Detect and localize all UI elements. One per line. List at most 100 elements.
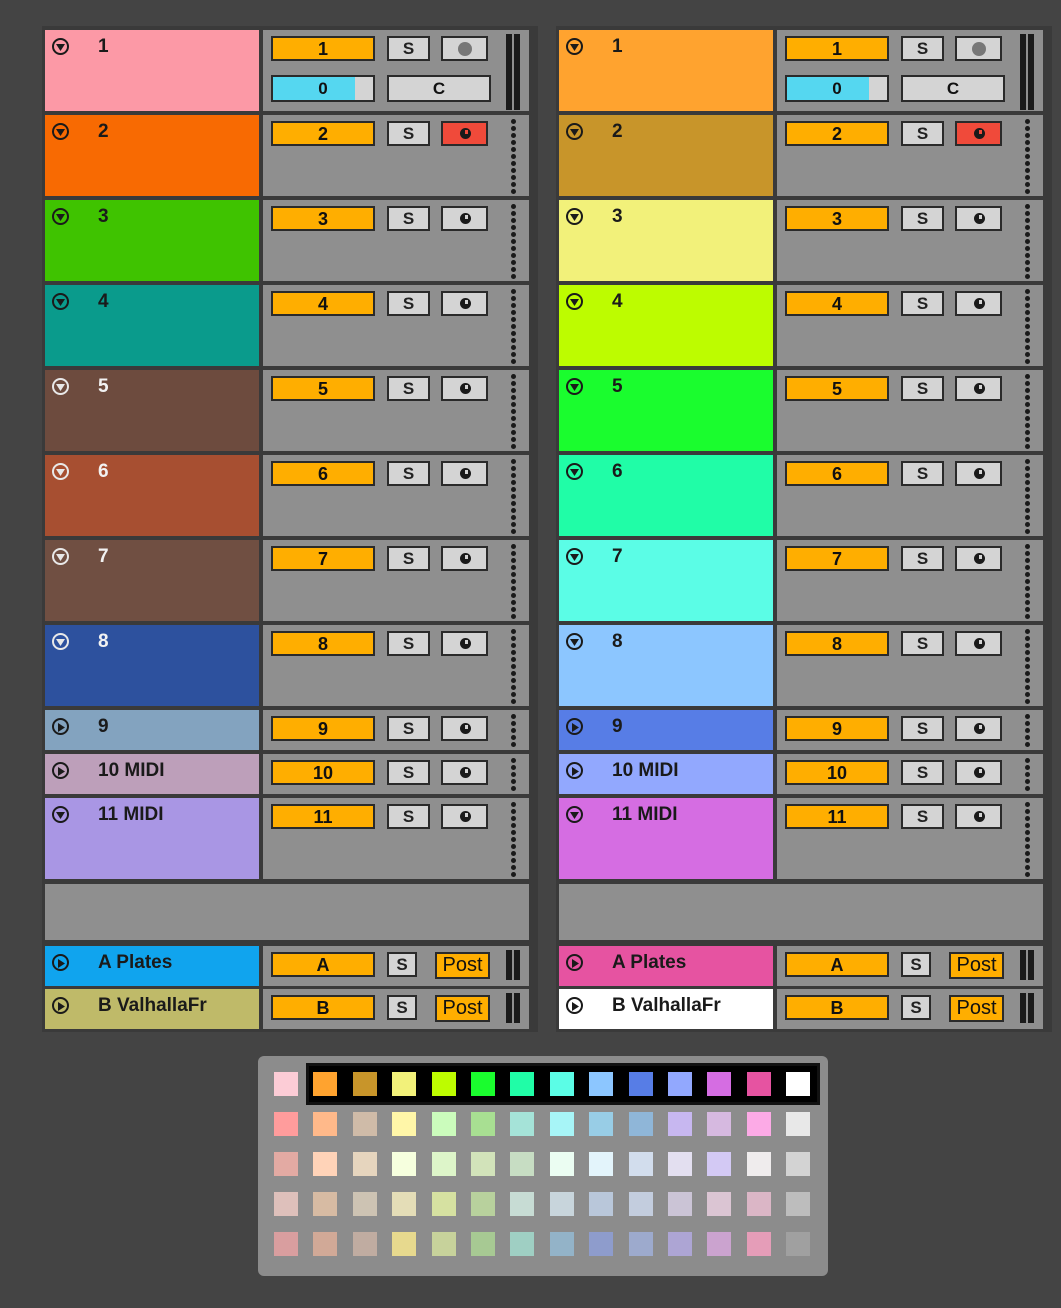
- fold-down-icon[interactable]: [52, 463, 69, 480]
- color-swatch[interactable]: [628, 1192, 653, 1216]
- color-swatch[interactable]: [431, 1072, 456, 1096]
- color-swatch[interactable]: [471, 1192, 495, 1216]
- fold-down-icon[interactable]: [52, 806, 69, 823]
- track-activator-button[interactable]: 10: [271, 760, 375, 785]
- fold-down-icon[interactable]: [52, 123, 69, 140]
- track-activator-button[interactable]: 11: [271, 804, 375, 829]
- fold-down-icon[interactable]: [566, 806, 583, 823]
- fold-down-icon[interactable]: [52, 208, 69, 225]
- fold-down-icon[interactable]: [566, 123, 583, 140]
- solo-button[interactable]: S: [901, 546, 944, 571]
- fold-down-icon[interactable]: [566, 548, 583, 565]
- track-header[interactable]: 3: [559, 200, 773, 281]
- empty-drop-area[interactable]: [45, 884, 529, 940]
- color-swatch[interactable]: [392, 1192, 417, 1216]
- color-swatch[interactable]: [549, 1112, 574, 1136]
- color-swatch[interactable]: [786, 1112, 811, 1136]
- color-swatch[interactable]: [352, 1112, 377, 1136]
- fold-right-icon[interactable]: [566, 954, 583, 971]
- track-activator-button[interactable]: 9: [785, 716, 889, 741]
- solo-button[interactable]: S: [387, 206, 430, 231]
- fold-down-icon[interactable]: [52, 38, 69, 55]
- track-header[interactable]: 5: [559, 370, 773, 451]
- track-header[interactable]: 4: [45, 285, 259, 366]
- color-swatch[interactable]: [313, 1232, 338, 1256]
- color-swatch[interactable]: [431, 1112, 456, 1136]
- color-swatch[interactable]: [786, 1072, 811, 1096]
- fold-right-icon[interactable]: [52, 954, 69, 971]
- solo-button[interactable]: S: [387, 291, 430, 316]
- track-activator-button[interactable]: 4: [785, 291, 889, 316]
- color-swatch[interactable]: [510, 1232, 535, 1256]
- track-header[interactable]: 8: [45, 625, 259, 706]
- fold-down-icon[interactable]: [566, 633, 583, 650]
- color-swatch[interactable]: [392, 1152, 417, 1176]
- color-swatch[interactable]: [589, 1192, 614, 1216]
- track-header[interactable]: 1: [45, 30, 259, 111]
- color-swatch[interactable]: [628, 1072, 653, 1096]
- clock-button[interactable]: [441, 760, 488, 785]
- solo-button[interactable]: S: [901, 804, 944, 829]
- color-swatch[interactable]: [746, 1152, 771, 1176]
- track-activator-button[interactable]: 4: [271, 291, 375, 316]
- arm-button[interactable]: [955, 36, 1002, 61]
- solo-button[interactable]: S: [901, 631, 944, 656]
- send-slider[interactable]: 0: [785, 75, 889, 102]
- solo-button[interactable]: S: [901, 291, 944, 316]
- color-swatch[interactable]: [392, 1112, 417, 1136]
- track-header[interactable]: 11 MIDI: [45, 798, 259, 879]
- solo-button[interactable]: S: [387, 952, 417, 977]
- track-header[interactable]: 4: [559, 285, 773, 366]
- track-header[interactable]: 1: [559, 30, 773, 111]
- color-swatch[interactable]: [746, 1112, 771, 1136]
- color-swatch[interactable]: [589, 1072, 614, 1096]
- color-swatch[interactable]: [628, 1112, 653, 1136]
- track-header[interactable]: 9: [559, 710, 773, 750]
- color-swatch[interactable]: [668, 1112, 692, 1136]
- post-send-button[interactable]: Post: [435, 952, 490, 979]
- clock-button[interactable]: [955, 631, 1002, 656]
- solo-button[interactable]: S: [901, 461, 944, 486]
- color-swatch[interactable]: [431, 1192, 456, 1216]
- track-header[interactable]: 10 MIDI: [45, 754, 259, 794]
- color-swatch[interactable]: [746, 1072, 771, 1096]
- clock-button[interactable]: [441, 121, 488, 146]
- clock-button[interactable]: [441, 716, 488, 741]
- track-header[interactable]: 6: [559, 455, 773, 536]
- track-header[interactable]: 8: [559, 625, 773, 706]
- track-header[interactable]: 9: [45, 710, 259, 750]
- color-swatch[interactable]: [510, 1152, 535, 1176]
- color-swatch[interactable]: [628, 1152, 653, 1176]
- track-activator-button[interactable]: 2: [785, 121, 889, 146]
- color-swatch[interactable]: [786, 1152, 811, 1176]
- color-swatch[interactable]: [668, 1232, 692, 1256]
- solo-button[interactable]: S: [387, 804, 430, 829]
- return-track-header[interactable]: A Plates: [45, 946, 259, 986]
- color-swatch[interactable]: [707, 1112, 732, 1136]
- color-swatch[interactable]: [352, 1152, 377, 1176]
- return-activator-button[interactable]: B: [271, 995, 375, 1020]
- color-swatch[interactable]: [510, 1112, 535, 1136]
- color-swatch[interactable]: [549, 1152, 574, 1176]
- fold-down-icon[interactable]: [52, 293, 69, 310]
- return-activator-button[interactable]: A: [785, 952, 889, 977]
- post-send-button[interactable]: Post: [949, 952, 1004, 979]
- solo-button[interactable]: S: [901, 760, 944, 785]
- fold-right-icon[interactable]: [566, 997, 583, 1014]
- clock-button[interactable]: [955, 291, 1002, 316]
- color-swatch[interactable]: [589, 1232, 614, 1256]
- clock-button[interactable]: [955, 546, 1002, 571]
- color-swatch[interactable]: [313, 1192, 338, 1216]
- solo-button[interactable]: S: [387, 546, 430, 571]
- color-swatch[interactable]: [274, 1152, 298, 1176]
- track-activator-button[interactable]: 2: [271, 121, 375, 146]
- track-activator-button[interactable]: 7: [785, 546, 889, 571]
- color-swatch[interactable]: [471, 1232, 495, 1256]
- return-track-header[interactable]: A Plates: [559, 946, 773, 986]
- fold-down-icon[interactable]: [52, 378, 69, 395]
- track-activator-button[interactable]: 1: [785, 36, 889, 61]
- fold-right-icon[interactable]: [566, 762, 583, 779]
- fold-down-icon[interactable]: [566, 463, 583, 480]
- track-activator-button[interactable]: 8: [271, 631, 375, 656]
- track-activator-button[interactable]: 7: [271, 546, 375, 571]
